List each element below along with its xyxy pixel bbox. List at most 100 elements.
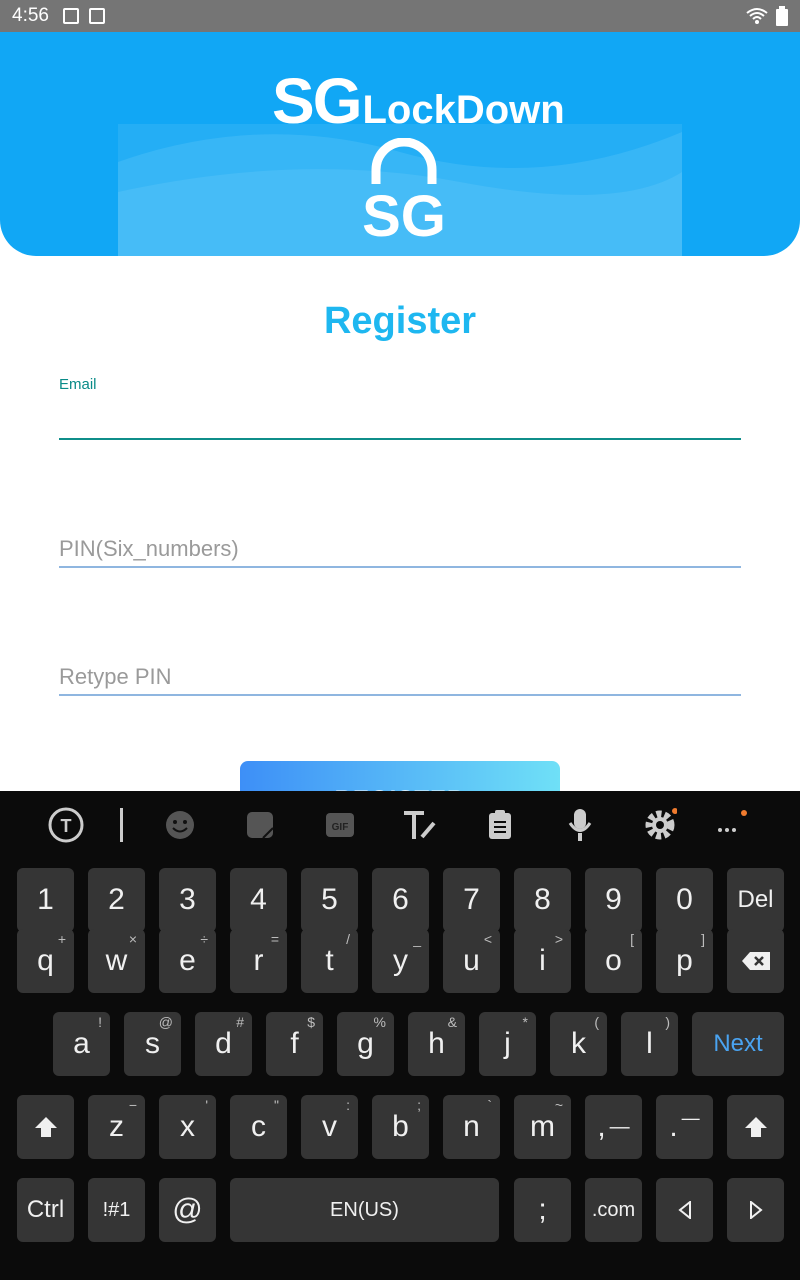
key-char: k: [571, 1027, 586, 1060]
pin-input[interactable]: PIN(Six_numbers): [59, 530, 741, 570]
text-edit-icon[interactable]: [400, 805, 440, 845]
key-alt: ]: [701, 931, 705, 947]
next-key[interactable]: Next: [692, 1012, 784, 1076]
key-j[interactable]: j *: [479, 1012, 536, 1076]
key-h[interactable]: h &: [408, 1012, 465, 1076]
key-alt: `: [487, 1097, 492, 1113]
key-alt: [: [630, 931, 634, 947]
key-a[interactable]: a!: [53, 1012, 110, 1076]
at-key[interactable]: @: [159, 1178, 216, 1242]
key-char: z: [109, 1110, 124, 1143]
key-b[interactable]: b;: [372, 1095, 429, 1159]
key-c[interactable]: c ": [230, 1095, 287, 1159]
key-comma[interactable]: , —: [585, 1095, 642, 1159]
ctrl-key[interactable]: Ctrl: [17, 1178, 74, 1242]
key-alt: %: [373, 1014, 386, 1030]
gif-icon[interactable]: GIF: [320, 805, 360, 845]
key-char: .: [669, 1110, 678, 1143]
key-u[interactable]: u <: [443, 929, 500, 993]
key-l[interactable]: l): [621, 1012, 678, 1076]
battery-icon: [776, 6, 788, 26]
key-char: x: [180, 1110, 195, 1143]
key-alt: ÷: [200, 931, 208, 947]
key-k[interactable]: k(: [550, 1012, 607, 1076]
key-n[interactable]: n `: [443, 1095, 500, 1159]
key-char: j: [504, 1027, 511, 1060]
key-7[interactable]: 7: [443, 868, 500, 932]
key-8[interactable]: 8: [514, 868, 571, 932]
key-p[interactable]: p]: [656, 929, 713, 993]
key-t[interactable]: t /: [301, 929, 358, 993]
shift-right-key[interactable]: [727, 1095, 784, 1159]
key-alt: ): [665, 1014, 670, 1030]
key-y[interactable]: y _: [372, 929, 429, 993]
soft-keyboard: T GIF 1 2 3 4 5 6 7 8 9 0 Del q + w × e …: [0, 791, 800, 1280]
key-char: c: [251, 1110, 266, 1143]
key-alt: !: [98, 1014, 102, 1030]
key-0[interactable]: 0: [656, 868, 713, 932]
svg-text:GIF: GIF: [332, 822, 349, 833]
key-period[interactable]: . —: [656, 1095, 713, 1159]
key-z[interactable]: z −: [88, 1095, 145, 1159]
logo-icon-text: SG: [362, 184, 446, 238]
key-alt: (: [594, 1014, 599, 1030]
key-4[interactable]: 4: [230, 868, 287, 932]
status-bar: 4:56: [0, 0, 800, 32]
cursor-right-key[interactable]: [727, 1178, 784, 1242]
email-field[interactable]: Email: [59, 376, 741, 442]
more-options-icon[interactable]: [708, 805, 748, 845]
key-x[interactable]: x ': [159, 1095, 216, 1159]
key-d[interactable]: d #: [195, 1012, 252, 1076]
key-m[interactable]: m ~: [514, 1095, 571, 1159]
key-char: e: [179, 944, 196, 977]
key-1[interactable]: 1: [17, 868, 74, 932]
backspace-key[interactable]: [727, 929, 784, 993]
key-2[interactable]: 2: [88, 868, 145, 932]
translate-icon[interactable]: T: [46, 805, 86, 845]
key-s[interactable]: s @: [124, 1012, 181, 1076]
delete-key[interactable]: Del: [727, 868, 784, 932]
toolbar-divider: [120, 805, 124, 845]
key-o[interactable]: o[: [585, 929, 642, 993]
key-3[interactable]: 3: [159, 868, 216, 932]
key-q[interactable]: q +: [17, 929, 74, 993]
key-9[interactable]: 9: [585, 868, 642, 932]
settings-gear-icon[interactable]: [640, 805, 680, 845]
key-5[interactable]: 5: [301, 868, 358, 932]
email-underline: [59, 438, 741, 440]
key-alt: :: [346, 1097, 350, 1113]
app-logo: SG LockDown: [272, 64, 565, 138]
key-i[interactable]: i >: [514, 929, 571, 993]
retype-pin-input[interactable]: Retype PIN: [59, 658, 741, 698]
microphone-icon[interactable]: [560, 805, 600, 845]
key-r[interactable]: r =: [230, 929, 287, 993]
key-char: v: [322, 1110, 337, 1143]
key-w[interactable]: w ×: [88, 929, 145, 993]
space-key[interactable]: EN(US): [230, 1178, 499, 1242]
symbols-key[interactable]: !#1: [88, 1178, 145, 1242]
key-g[interactable]: g%: [337, 1012, 394, 1076]
shift-left-key[interactable]: [17, 1095, 74, 1159]
key-e[interactable]: e ÷: [159, 929, 216, 993]
key-char: g: [357, 1027, 374, 1060]
key-v[interactable]: v:: [301, 1095, 358, 1159]
logo-sg-text: SG: [272, 65, 362, 137]
key-char: r: [253, 944, 264, 977]
wifi-icon: [746, 8, 768, 24]
clipboard-icon[interactable]: [480, 805, 520, 845]
key-alt: −: [128, 1097, 137, 1113]
emoji-icon[interactable]: [160, 805, 200, 845]
sticker-icon[interactable]: [240, 805, 280, 845]
semicolon-key[interactable]: ;: [514, 1178, 571, 1242]
key-alt: ×: [128, 931, 137, 947]
key-alt: _: [413, 931, 421, 947]
key-alt: @: [158, 1014, 173, 1030]
shift-icon: [34, 1117, 57, 1137]
key-f[interactable]: f $: [266, 1012, 323, 1076]
key-6[interactable]: 6: [372, 868, 429, 932]
cursor-left-key[interactable]: [656, 1178, 713, 1242]
key-char: i: [539, 944, 546, 977]
dotcom-key[interactable]: .com: [585, 1178, 642, 1242]
key-char: l: [646, 1027, 653, 1060]
key-char: m: [530, 1110, 555, 1143]
